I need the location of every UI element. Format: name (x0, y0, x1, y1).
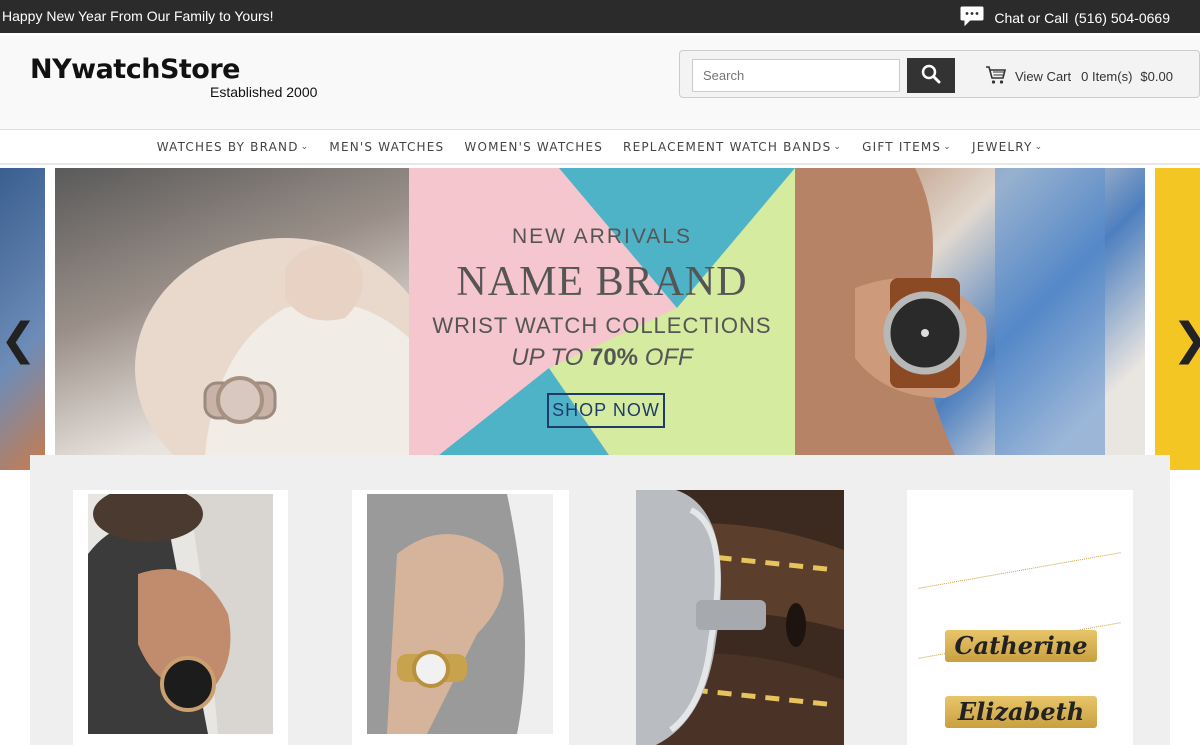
cart-total: $0.00 (1140, 69, 1173, 84)
chat-bubble-icon (960, 6, 984, 29)
hero-line-collections: WRIST WATCH COLLECTIONS (432, 313, 772, 338)
nav-replacement-watch-bands[interactable]: REPLACEMENT WATCH BANDS ⌄ (623, 140, 842, 154)
man-wearing-watch-photo (795, 168, 1145, 455)
logo-tagline: Established 2000 (210, 84, 318, 100)
top-bar: Happy New Year From Our Family to Yours!… (0, 0, 1200, 33)
hero-line-name-brand: NAME BRAND (456, 259, 748, 305)
nav-label: REPLACEMENT WATCH BANDS (623, 140, 832, 154)
nav-label: GIFT ITEMS (862, 140, 942, 154)
logo-name: NYwatchStore (30, 54, 240, 85)
woman-wearing-watch-photo (55, 168, 409, 455)
nav-label: WOMEN'S WATCHES (464, 140, 604, 154)
hero-line-discount: UP TO 70% OFF (409, 344, 795, 372)
category-tiles: Catherine Elizabeth (30, 455, 1170, 745)
site-header: NYwatchStore Established 2000 Search Vie… (0, 36, 1200, 130)
nav-womens-watches[interactable]: WOMEN'S WATCHES (464, 140, 603, 154)
nav-label: JEWELRY (972, 140, 1033, 154)
nameplate-elizabeth: Elizabeth (945, 696, 1097, 728)
nav-gift-items[interactable]: GIFT ITEMS ⌄ (862, 140, 952, 154)
search-cart-panel: View Cart 0 Item(s) $0.00 (679, 50, 1200, 98)
discount-prefix: UP TO (511, 344, 590, 371)
nav-jewelry[interactable]: JEWELRY ⌄ (972, 140, 1043, 154)
promo-message: Happy New Year From Our Family to Yours! (2, 8, 274, 24)
chevron-down-icon: ⌄ (833, 142, 843, 152)
cart-icon (985, 65, 1007, 88)
main-nav: WATCHES BY BRAND ⌄ MEN'S WATCHES WOMEN'S … (0, 131, 1200, 165)
chat-or-call[interactable]: Chat or Call (516) 504-0669 (960, 6, 1170, 29)
cart-item-count: 0 Item(s) (1081, 69, 1133, 84)
chevron-down-icon: ⌄ (943, 142, 952, 152)
necklace-chain (918, 552, 1121, 589)
shop-now-button[interactable]: SHOP NOW (547, 393, 665, 428)
category-tile-jewelry[interactable]: Catherine Elizabeth (907, 490, 1133, 745)
view-cart-link[interactable]: View Cart 0 Item(s) $0.00 (985, 65, 1173, 88)
nav-watches-by-brand[interactable]: WATCHES BY BRAND ⌄ (157, 140, 310, 154)
slider-next-arrow[interactable]: ❯ (1172, 318, 1200, 362)
nav-label: WATCHES BY BRAND (156, 140, 299, 154)
slider-prev-arrow[interactable]: ❮ (0, 318, 37, 362)
nameplate-catherine: Catherine (945, 630, 1097, 662)
chevron-down-icon: ⌄ (300, 142, 310, 152)
discount-suffix: OFF (638, 344, 693, 371)
store-logo[interactable]: NYwatchStore Established 2000 (30, 54, 317, 101)
hero-text-block: NEW ARRIVALS NAME BRAND WRIST WATCH COLL… (409, 168, 795, 455)
hero-promo-panel: NEW ARRIVALS NAME BRAND WRIST WATCH COLL… (409, 168, 795, 455)
category-tile-womens-watches[interactable] (352, 490, 569, 745)
search-input[interactable] (692, 59, 900, 92)
hero-slide[interactable]: NEW ARRIVALS NAME BRAND WRIST WATCH COLL… (55, 168, 1145, 455)
chevron-down-icon: ⌄ (1034, 142, 1044, 152)
hero-slider: NEW ARRIVALS NAME BRAND WRIST WATCH COLL… (0, 168, 1200, 470)
discount-percent: 70% (589, 344, 639, 371)
nav-label: MEN'S WATCHES (329, 140, 445, 154)
category-tile-replacement-bands[interactable] (636, 490, 844, 745)
cart-label: View Cart (1015, 69, 1072, 84)
phone-number[interactable]: (516) 504-0669 (1074, 10, 1170, 26)
search-icon (921, 64, 941, 87)
search-button[interactable] (907, 58, 955, 93)
hero-line-new-arrivals: NEW ARRIVALS (512, 225, 692, 248)
category-tile-mens-watches[interactable] (73, 490, 288, 745)
chat-label[interactable]: Chat or Call (994, 10, 1068, 26)
nav-mens-watches[interactable]: MEN'S WATCHES (329, 140, 444, 154)
